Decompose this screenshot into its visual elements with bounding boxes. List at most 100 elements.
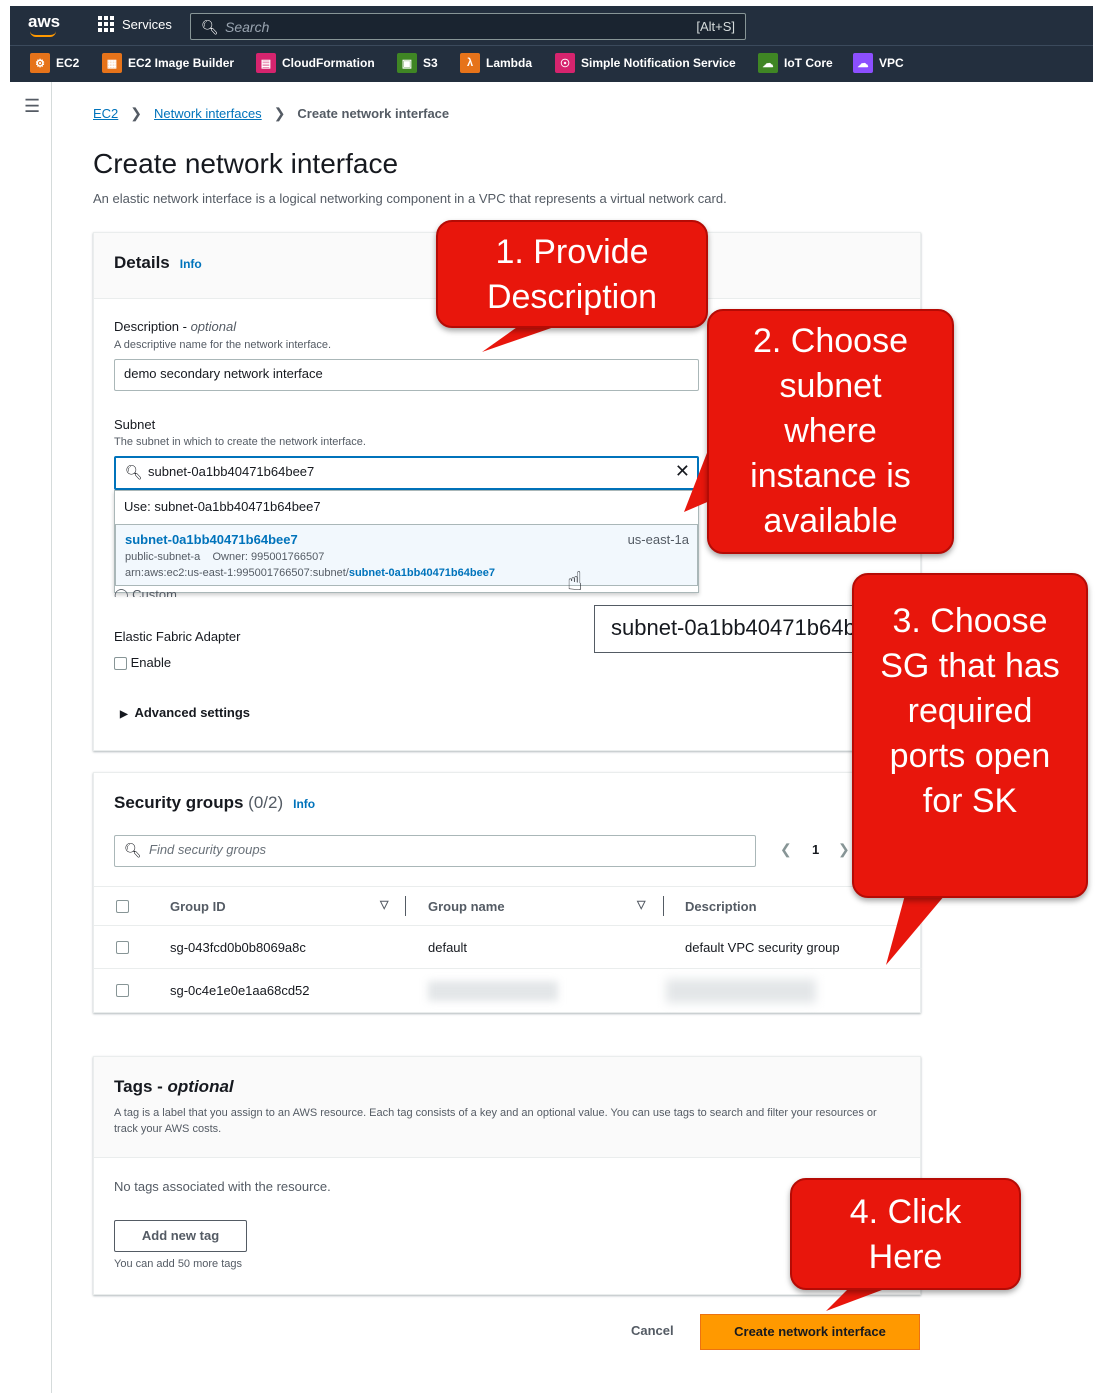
hamburger-menu-icon[interactable]: ☰ xyxy=(24,96,40,117)
sg-search-placeholder: Find security groups xyxy=(149,842,267,857)
advanced-settings-label: Advanced settings xyxy=(134,705,251,720)
iot-core-icon: ☁ xyxy=(758,53,778,73)
sg-info-link[interactable]: Info xyxy=(293,797,315,811)
favorite-ec2-image-builder[interactable]: ▦ EC2 Image Builder xyxy=(102,53,234,73)
blurred-description xyxy=(666,979,816,1003)
favorite-label: CloudFormation xyxy=(282,56,375,70)
favorite-cloudformation[interactable]: ▤ CloudFormation xyxy=(256,53,375,73)
favorite-s3[interactable]: ▣ S3 xyxy=(397,53,438,73)
select-all-checkbox[interactable] xyxy=(116,900,129,913)
group-id-cell: sg-0c4e1e0e1aa68cd52 xyxy=(170,983,310,998)
page-description: An elastic network interface is a logica… xyxy=(93,191,727,206)
custom-label: Custom xyxy=(132,587,177,597)
pagination-page[interactable]: 1 xyxy=(812,842,819,857)
caret-right-icon: ▶ xyxy=(120,709,128,720)
subnet-option-az: us-east-1a xyxy=(627,532,689,547)
vpc-icon: ☁ xyxy=(853,53,873,73)
favorite-label: Lambda xyxy=(486,56,533,70)
tags-header: Tags - optional A tag is a label that yo… xyxy=(94,1057,920,1158)
favorite-lambda[interactable]: λ Lambda xyxy=(460,53,532,73)
details-info-link[interactable]: Info xyxy=(180,257,202,271)
favorite-label: Simple Notification Service xyxy=(581,56,736,70)
subnet-hint: The subnet in which to create the networ… xyxy=(114,436,366,448)
row-checkbox[interactable] xyxy=(116,941,129,954)
arn-prefix: arn:aws:ec2:us-east-1:995001766507:subne… xyxy=(125,567,349,579)
breadcrumb-network-interfaces[interactable]: Network interfaces xyxy=(154,106,262,121)
group-name-cell: default xyxy=(428,940,468,955)
column-divider xyxy=(405,896,406,916)
security-groups-header: Security groups (0/2) Info xyxy=(114,793,315,813)
subnet-option[interactable]: subnet-0a1bb40471b64bee7 us-east-1a publ… xyxy=(115,524,698,586)
use-subnet-option[interactable]: Use: subnet-0a1bb40471b64bee7 xyxy=(124,499,321,514)
subnet-label: Subnet xyxy=(114,417,156,432)
find-security-groups-input[interactable]: 🔍︎ Find security groups xyxy=(114,835,756,867)
add-new-tag-button[interactable]: Add new tag xyxy=(114,1220,247,1252)
search-placeholder: Search xyxy=(225,19,270,35)
search-icon: 🔍︎ xyxy=(201,19,219,35)
sg-heading: Security groups xyxy=(114,793,244,812)
aws-logo-smile xyxy=(30,31,56,37)
grid-icon xyxy=(98,16,114,32)
global-search-input[interactable]: 🔍︎ Search [Alt+S] xyxy=(190,13,746,40)
efa-label: Elastic Fabric Adapter xyxy=(114,629,241,644)
callout-choose-sg: 3. Choose SG that has required ports ope… xyxy=(852,573,1088,898)
search-icon: 🔍︎ xyxy=(124,842,142,858)
column-group-name[interactable]: Group name xyxy=(428,899,505,914)
pagination-prev-icon[interactable]: ❮ xyxy=(780,841,792,858)
callout-click-here: 4. Click Here xyxy=(790,1178,1021,1290)
breadcrumb-ec2[interactable]: EC2 xyxy=(93,106,118,121)
security-groups-panel: Security groups (0/2) Info 🔍︎ Find securi… xyxy=(93,772,922,1013)
page-title: Create network interface xyxy=(93,148,399,179)
subnet-option-owner: Owner: 995001766507 xyxy=(212,551,325,563)
column-divider xyxy=(663,896,664,916)
tags-hint: A tag is a label that you assign to an A… xyxy=(114,1107,877,1135)
services-menu-button[interactable]: Services xyxy=(98,16,172,32)
sort-down-icon[interactable]: ▽ xyxy=(637,898,645,911)
subnet-option-arn: arn:aws:ec2:us-east-1:995001766507:subne… xyxy=(125,567,495,579)
subnet-dropdown: Use: subnet-0a1bb40471b64bee7 subnet-0a1… xyxy=(114,490,699,593)
s3-icon: ▣ xyxy=(397,53,417,73)
favorite-label: VPC xyxy=(879,56,904,70)
breadcrumb-current: Create network interface xyxy=(297,106,450,121)
table-row[interactable]: sg-0c4e1e0e1aa68cd52 xyxy=(94,969,922,1013)
table-row[interactable]: sg-043fcd0b0b8069a8c default default VPC… xyxy=(94,926,922,969)
aws-logo[interactable]: aws xyxy=(28,12,60,32)
tags-empty-message: No tags associated with the resource. xyxy=(114,1179,331,1194)
favorite-ec2[interactable]: ⚙ EC2 xyxy=(30,53,79,73)
subnet-search-input[interactable]: 🔍︎ subnet-0a1bb40471b64bee7 ✕ xyxy=(114,456,699,490)
clear-icon[interactable]: ✕ xyxy=(675,461,690,482)
cloudformation-icon: ▤ xyxy=(256,53,276,73)
sns-icon: ☉ xyxy=(555,53,575,73)
image-builder-icon: ▦ xyxy=(102,53,122,73)
details-heading: Details xyxy=(114,253,170,272)
pagination-next-icon[interactable]: ❯ xyxy=(838,841,850,858)
callout-choose-subnet: 2. Choose subnet where instance is avail… xyxy=(707,309,954,554)
row-checkbox[interactable] xyxy=(116,984,129,997)
side-navigation-rail: ☰ xyxy=(10,82,52,1393)
create-network-interface-button[interactable]: Create network interface xyxy=(700,1314,920,1350)
column-description[interactable]: Description xyxy=(685,899,757,914)
subnet-option-id: subnet-0a1bb40471b64bee7 xyxy=(125,532,298,547)
favorite-sns[interactable]: ☉ Simple Notification Service xyxy=(555,53,736,73)
advanced-settings-toggle[interactable]: ▶ Advanced settings xyxy=(120,705,250,720)
tags-remaining: You can add 50 more tags xyxy=(114,1258,243,1270)
subnet-option-meta: public-subnet-a Owner: 995001766507 xyxy=(125,551,324,563)
favorite-iot-core[interactable]: ☁ IoT Core xyxy=(758,53,833,73)
services-label: Services xyxy=(122,16,172,32)
sort-down-icon[interactable]: ▽ xyxy=(380,898,388,911)
efa-enable-checkbox[interactable]: Enable xyxy=(114,655,171,671)
favorite-label: S3 xyxy=(423,56,438,70)
tags-optional-text: optional xyxy=(167,1077,234,1096)
breadcrumb: EC2 ❯ Network interfaces ❯ Create networ… xyxy=(93,105,449,122)
favorite-vpc[interactable]: ☁ VPC xyxy=(853,53,904,73)
checkbox[interactable] xyxy=(114,657,127,671)
subnet-input-value: subnet-0a1bb40471b64bee7 xyxy=(148,464,315,479)
column-group-id[interactable]: Group ID xyxy=(170,899,226,914)
favorite-label: IoT Core xyxy=(784,56,833,70)
cancel-button[interactable]: Cancel xyxy=(631,1323,674,1338)
description-label-text: Description - xyxy=(114,319,191,334)
group-id-cell: sg-043fcd0b0b8069a8c xyxy=(170,940,306,955)
description-input[interactable]: demo secondary network interface xyxy=(114,359,699,391)
chevron-right-icon: ❯ xyxy=(273,105,286,121)
ec2-icon: ⚙ xyxy=(30,53,50,73)
